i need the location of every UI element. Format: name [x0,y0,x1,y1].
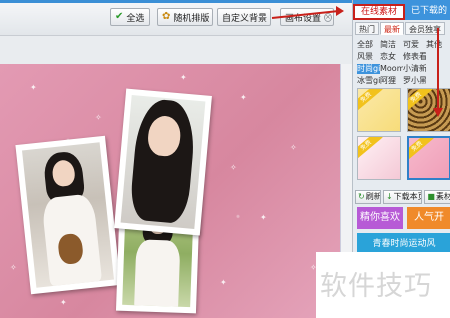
sparkle: ✦ [60,298,67,307]
sparkle: ✧ [95,113,102,122]
callout-arrowhead [336,6,344,16]
sparkle: ✦ [30,83,37,92]
category-item-selected[interactable]: 时尚girl [357,64,380,74]
category-item[interactable]: 修表看 [403,52,426,62]
category-item[interactable]: 可爱 [403,40,426,50]
refresh-icon: ↻ [358,192,365,201]
category-item[interactable]: 冰雪girl [357,76,380,86]
download-icon: ↓ [385,192,393,201]
category-item[interactable]: 全部 [357,40,380,50]
watermark: 软件技巧 [320,271,432,302]
subtab-hot[interactable]: 热门 [355,22,379,35]
title-strip [0,0,352,3]
check-icon: ✔ [115,11,124,22]
tag-popular[interactable]: 人气开 [407,207,450,229]
subtab-vip[interactable]: 会员独享 [405,22,445,35]
material-button[interactable]: ■素材 [424,190,450,204]
callout-arrowhead-down [433,108,443,117]
sparkle: ✧ [290,143,297,152]
sparkle: ✦ [260,213,267,222]
subtab-newest[interactable]: 最新 [380,22,404,35]
photo-girl-ukulele[interactable] [15,135,121,295]
shuffle-icon: ✿ [162,11,171,22]
select-all-button[interactable]: ✔ 全选 [110,8,150,26]
free-ribbon: 免费 [409,138,434,162]
sparkle: ✦ [180,73,187,82]
material-thumb[interactable]: 免费 [357,136,401,180]
tag-you-may-like[interactable]: 精你喜欢 [357,207,403,229]
category-item[interactable]: 罗小黑 [403,76,426,86]
category-item[interactable]: 简洁 [380,40,403,50]
tab-online-materials[interactable]: 在线素材 [353,4,405,20]
settings-icon: × [324,12,332,22]
collage-canvas[interactable]: ✦ ✧ ✦ ✧ ✦ ✧ ✦ ✧ ✦ ✧ ✦ [0,64,340,318]
category-item[interactable]: Moomoo [380,64,403,74]
panel-tabs: 在线素材 已下载的 [353,0,450,20]
category-item[interactable]: 小清新 [403,64,426,74]
category-list: 全部 简洁 可爱 其他 风景 恋女 修表看 时尚girl Moomoo 小清新 … [357,40,449,86]
material-thumb-selected[interactable]: 免费 [407,136,450,180]
image-icon: × [270,13,271,22]
random-layout-button[interactable]: ✿ 随机排版 [157,8,213,26]
callout-arrow-vertical [437,28,439,110]
category-item[interactable]: 风景 [357,52,380,62]
panel-actions: ↻刷新 ↓下载本页 ■素材 [355,190,450,204]
category-item[interactable]: 阿狸 [380,76,403,86]
material-thumb[interactable]: 免费 [357,88,401,132]
workspace: ✦ ✧ ✦ ✧ ✦ ✧ ✦ ✧ ✦ ✧ ✦ [0,36,352,318]
refresh-button[interactable]: ↻刷新 [355,190,381,204]
free-ribbon: 免费 [408,89,433,113]
material-thumb[interactable]: 免费 [407,88,450,132]
photo-girl-portrait[interactable] [114,88,212,236]
download-page-button[interactable]: ↓下载本页 [382,190,423,204]
category-item[interactable]: 恋女 [380,52,403,62]
tab-downloaded[interactable]: 已下载的 [407,3,450,20]
free-ribbon: 免费 [358,137,383,161]
custom-background-button[interactable]: 自定义背景 × [217,8,271,26]
sparkle: ✦ [220,278,227,287]
sparkle: ✧ [10,263,17,272]
material-icon: ■ [427,192,435,201]
sparkle: ✦ [240,93,247,102]
subtabs: 热门 最新 会员独享 [355,22,450,36]
free-ribbon: 免费 [358,89,383,113]
sparkle: ✧ [230,163,237,172]
toolbar: ✔ 全选 ✿ 随机排版 自定义背景 × 画布设置 × [0,0,352,36]
